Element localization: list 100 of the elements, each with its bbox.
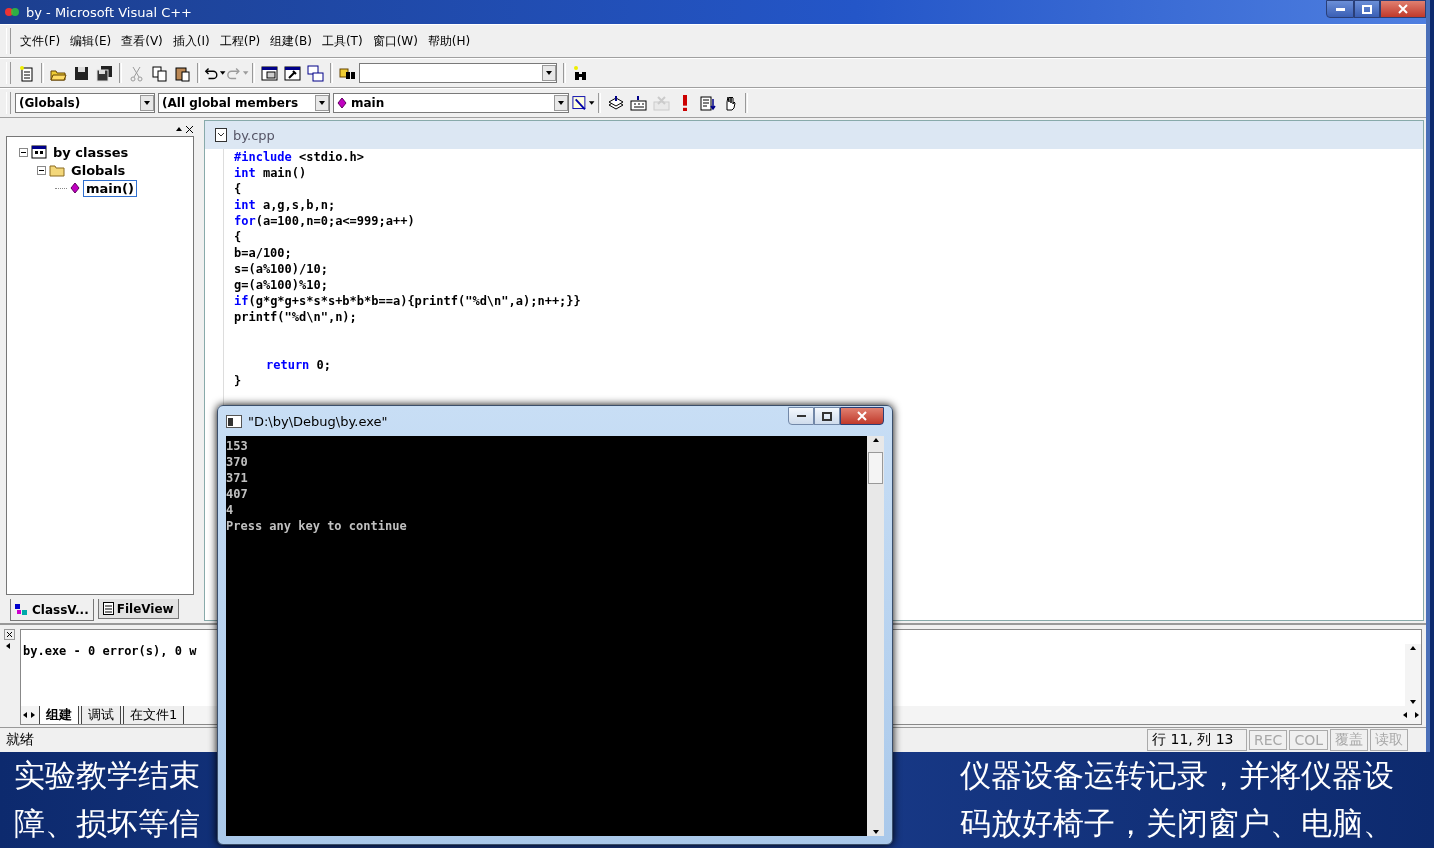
- tree-item[interactable]: main(): [83, 179, 137, 197]
- binoculars-icon: [572, 64, 589, 82]
- minimize-button[interactable]: [788, 407, 814, 425]
- tab-scroll-left-icon: [21, 711, 29, 719]
- menu-item[interactable]: 工具(T): [316, 30, 368, 52]
- slide-text: 障、损坏等信: [13, 804, 201, 843]
- menu-item[interactable]: 插入(I): [167, 30, 215, 52]
- pane-scroll-icon: [4, 642, 12, 650]
- build-blocks-icon: [630, 94, 647, 112]
- menu-item[interactable]: 组建(B): [265, 30, 317, 52]
- scroll-right-icon: [1413, 711, 1421, 719]
- close-button[interactable]: [1380, 0, 1426, 18]
- code-line: s=(a%100)/10;: [234, 261, 329, 277]
- console-output-line: 153: [226, 438, 249, 454]
- collapse-icon[interactable]: [19, 147, 28, 157]
- maximize-button[interactable]: [814, 407, 840, 425]
- window-title: by - Microsoft Visual C++: [26, 4, 192, 20]
- console-output-line: 4: [226, 502, 235, 518]
- stacked-windows-icon: [307, 64, 324, 82]
- caret-icon: [545, 69, 553, 77]
- menu-item[interactable]: 窗口(W): [367, 30, 423, 52]
- status-indicator: COL: [1289, 730, 1328, 750]
- copy-icon: [151, 64, 168, 82]
- window-panes-icon: [261, 64, 278, 82]
- filter-combo[interactable]: (All global members: [158, 93, 330, 113]
- close-button[interactable]: [840, 407, 884, 425]
- editor-title: by.cpp: [233, 127, 275, 143]
- caret-icon: [318, 99, 326, 107]
- code-line: int main(): [234, 165, 308, 181]
- close-icon[interactable]: [4, 629, 15, 640]
- slide-text: 实验教学结束: [13, 756, 201, 795]
- class-combo[interactable]: (Globals): [15, 93, 155, 113]
- console-output-line: 407: [226, 486, 249, 502]
- menu-item[interactable]: 工程(P): [214, 30, 266, 52]
- caret-icon: [143, 99, 151, 107]
- code-line: g=(a%100)%10;: [234, 277, 329, 293]
- console-title: "D:\by\Debug\by.exe": [248, 413, 388, 429]
- scroll-up-icon: [1409, 644, 1417, 652]
- class-view-icon: [31, 144, 47, 160]
- code-line: printf("%d\n",n);: [234, 309, 358, 325]
- diamond-icon: [70, 182, 80, 194]
- scissors-icon: [128, 64, 145, 82]
- pane-scroll-icon: [175, 125, 183, 133]
- console-output-line: Press any key to continue: [226, 518, 408, 534]
- scroll-down-icon: [871, 828, 880, 836]
- app-logo-icon: [4, 6, 20, 18]
- status-indicator: 覆盖: [1330, 729, 1368, 751]
- code-line: return 0;: [265, 357, 333, 373]
- code-line: b=a/100;: [234, 245, 293, 261]
- find-combo-field[interactable]: [359, 63, 557, 83]
- new-file-icon: [18, 64, 35, 82]
- close-icon: [857, 411, 867, 421]
- maximize-icon: [822, 411, 832, 421]
- build-output-text: by.exe - 0 error(s), 0 w: [23, 644, 197, 660]
- code-line: }: [234, 373, 243, 389]
- workspace-tab[interactable]: ClassV...: [10, 599, 94, 621]
- code-line: int a,g,s,b,n;: [234, 197, 337, 213]
- toolbar-button[interactable]: [304, 62, 327, 84]
- output-tab[interactable]: 调试: [81, 706, 121, 724]
- menu-item[interactable]: 帮助(H): [422, 30, 476, 52]
- maximize-icon: [1362, 4, 1372, 14]
- slide-text: 仪器设备运转记录，并将仪器设: [960, 756, 1395, 795]
- scroll-thumb[interactable]: [868, 452, 883, 484]
- tree-item[interactable]: by classes: [50, 143, 132, 161]
- source-file-icon: [215, 128, 227, 142]
- menu-item[interactable]: 编辑(E): [65, 30, 117, 52]
- code-line: {: [234, 181, 243, 197]
- status-indicator: REC: [1249, 730, 1288, 750]
- exclamation-icon: [682, 95, 687, 111]
- status-message: 就绪: [6, 731, 35, 749]
- maximize-button[interactable]: [1354, 0, 1380, 18]
- collapse-icon[interactable]: [37, 165, 46, 175]
- cursor-position: 行 11, 列 13: [1147, 729, 1248, 751]
- code-line: for(a=100,n=0;a<=999;a++): [234, 213, 416, 229]
- output-tab[interactable]: 在文件1: [123, 706, 185, 724]
- output-tab[interactable]: 组建: [39, 706, 79, 724]
- clipboard-icon: [174, 64, 191, 82]
- tree-item[interactable]: Globals: [68, 161, 129, 179]
- member-combo[interactable]: main: [333, 93, 569, 113]
- class-view-icon: [15, 603, 29, 616]
- document-icon: [102, 602, 114, 615]
- menu-item[interactable]: 文件(F): [15, 30, 66, 52]
- minimize-icon: [796, 414, 806, 418]
- menu-item[interactable]: 查看(V): [116, 30, 168, 52]
- minimize-icon: [1335, 7, 1345, 11]
- status-indicator: 读取: [1370, 729, 1408, 751]
- stop-build-icon: [653, 94, 670, 112]
- code-line: {: [234, 229, 243, 245]
- go-arrow-icon: [699, 94, 716, 112]
- stacked-pages-icon: [607, 94, 624, 112]
- minimize-button[interactable]: [1326, 0, 1354, 18]
- workspace-tab[interactable]: FileView: [97, 599, 179, 619]
- tab-scroll-right-icon: [29, 711, 37, 719]
- close-icon[interactable]: [185, 124, 194, 134]
- floppy-disks-icon: [96, 64, 113, 82]
- caret-icon: [557, 99, 565, 107]
- console-output-line: 371: [226, 470, 249, 486]
- close-icon: [1398, 4, 1408, 14]
- console-output-line: 370: [226, 454, 249, 470]
- diamond-icon: [337, 97, 347, 109]
